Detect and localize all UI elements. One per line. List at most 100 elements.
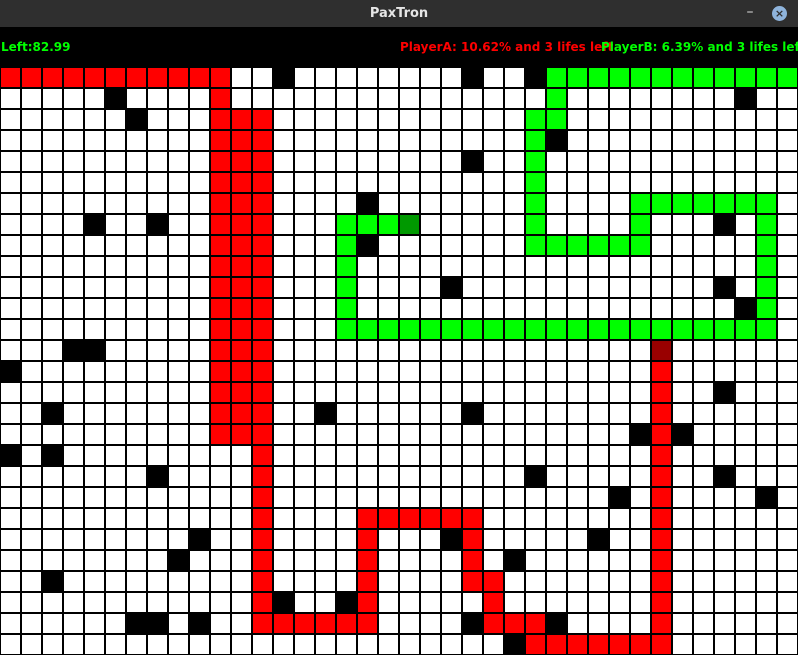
empty-cell: [420, 172, 441, 193]
empty-cell: [504, 214, 525, 235]
empty-cell: [210, 529, 231, 550]
obstacle-cell: [273, 592, 294, 613]
empty-cell: [462, 298, 483, 319]
empty-cell: [420, 634, 441, 655]
empty-cell: [420, 487, 441, 508]
empty-cell: [441, 487, 462, 508]
player-b-trail-cell: [588, 319, 609, 340]
empty-cell: [147, 424, 168, 445]
obstacle-cell: [462, 151, 483, 172]
empty-cell: [420, 445, 441, 466]
empty-cell: [525, 445, 546, 466]
empty-cell: [714, 256, 735, 277]
minimize-button[interactable]: –: [742, 0, 758, 27]
empty-cell: [168, 445, 189, 466]
empty-cell: [399, 172, 420, 193]
empty-cell: [315, 487, 336, 508]
empty-cell: [546, 256, 567, 277]
empty-cell: [315, 550, 336, 571]
player-a-trail-cell: [504, 613, 525, 634]
empty-cell: [42, 256, 63, 277]
close-button[interactable]: ×: [772, 6, 787, 21]
player-a-trail-cell: [651, 529, 672, 550]
player-a-trail-cell: [273, 613, 294, 634]
empty-cell: [693, 172, 714, 193]
empty-cell: [189, 214, 210, 235]
empty-cell: [504, 382, 525, 403]
empty-cell: [714, 550, 735, 571]
empty-cell: [441, 130, 462, 151]
player-a-trail-cell: [588, 634, 609, 655]
empty-cell: [756, 424, 777, 445]
player-b-trail-cell: [336, 235, 357, 256]
player-a-trail-cell: [252, 613, 273, 634]
empty-cell: [378, 382, 399, 403]
empty-cell: [42, 508, 63, 529]
empty-cell: [357, 256, 378, 277]
game-board[interactable]: [0, 67, 798, 655]
empty-cell: [0, 256, 21, 277]
player-a-trail-cell: [231, 361, 252, 382]
empty-cell: [63, 109, 84, 130]
empty-cell: [378, 403, 399, 424]
player-b-trail-cell: [777, 67, 798, 88]
empty-cell: [420, 67, 441, 88]
empty-cell: [294, 193, 315, 214]
empty-cell: [231, 88, 252, 109]
empty-cell: [630, 487, 651, 508]
empty-cell: [21, 214, 42, 235]
empty-cell: [105, 613, 126, 634]
empty-cell: [756, 382, 777, 403]
empty-cell: [693, 592, 714, 613]
player-b-trail-cell: [546, 67, 567, 88]
player-a-trail-cell: [357, 571, 378, 592]
empty-cell: [756, 109, 777, 130]
player-b-trail-cell: [525, 235, 546, 256]
empty-cell: [21, 445, 42, 466]
empty-cell: [546, 151, 567, 172]
empty-cell: [315, 571, 336, 592]
player-a-trail-cell: [231, 319, 252, 340]
obstacle-cell: [84, 340, 105, 361]
empty-cell: [567, 361, 588, 382]
empty-cell: [147, 109, 168, 130]
empty-cell: [777, 571, 798, 592]
player-b-trail-cell: [546, 235, 567, 256]
player-a-trail-cell: [630, 634, 651, 655]
empty-cell: [63, 235, 84, 256]
player-a-trail-cell: [210, 424, 231, 445]
empty-cell: [777, 529, 798, 550]
player-b-trail-cell: [756, 298, 777, 319]
empty-cell: [168, 256, 189, 277]
empty-cell: [714, 151, 735, 172]
empty-cell: [63, 277, 84, 298]
empty-cell: [504, 445, 525, 466]
empty-cell: [462, 634, 483, 655]
empty-cell: [147, 235, 168, 256]
empty-cell: [126, 151, 147, 172]
empty-cell: [672, 613, 693, 634]
player-a-trail-cell: [210, 130, 231, 151]
empty-cell: [378, 529, 399, 550]
empty-cell: [420, 256, 441, 277]
player-a-trail-cell: [399, 508, 420, 529]
player-a-trail-cell: [483, 613, 504, 634]
empty-cell: [609, 466, 630, 487]
empty-cell: [399, 67, 420, 88]
empty-cell: [735, 214, 756, 235]
empty-cell: [483, 130, 504, 151]
empty-cell: [483, 277, 504, 298]
empty-cell: [399, 445, 420, 466]
empty-cell: [609, 424, 630, 445]
empty-cell: [336, 151, 357, 172]
empty-cell: [588, 193, 609, 214]
player-b-trail-cell: [546, 319, 567, 340]
empty-cell: [462, 193, 483, 214]
empty-cell: [273, 235, 294, 256]
empty-cell: [84, 319, 105, 340]
empty-cell: [189, 634, 210, 655]
player-a-trail-cell: [252, 130, 273, 151]
empty-cell: [273, 193, 294, 214]
empty-cell: [441, 67, 462, 88]
empty-cell: [483, 382, 504, 403]
